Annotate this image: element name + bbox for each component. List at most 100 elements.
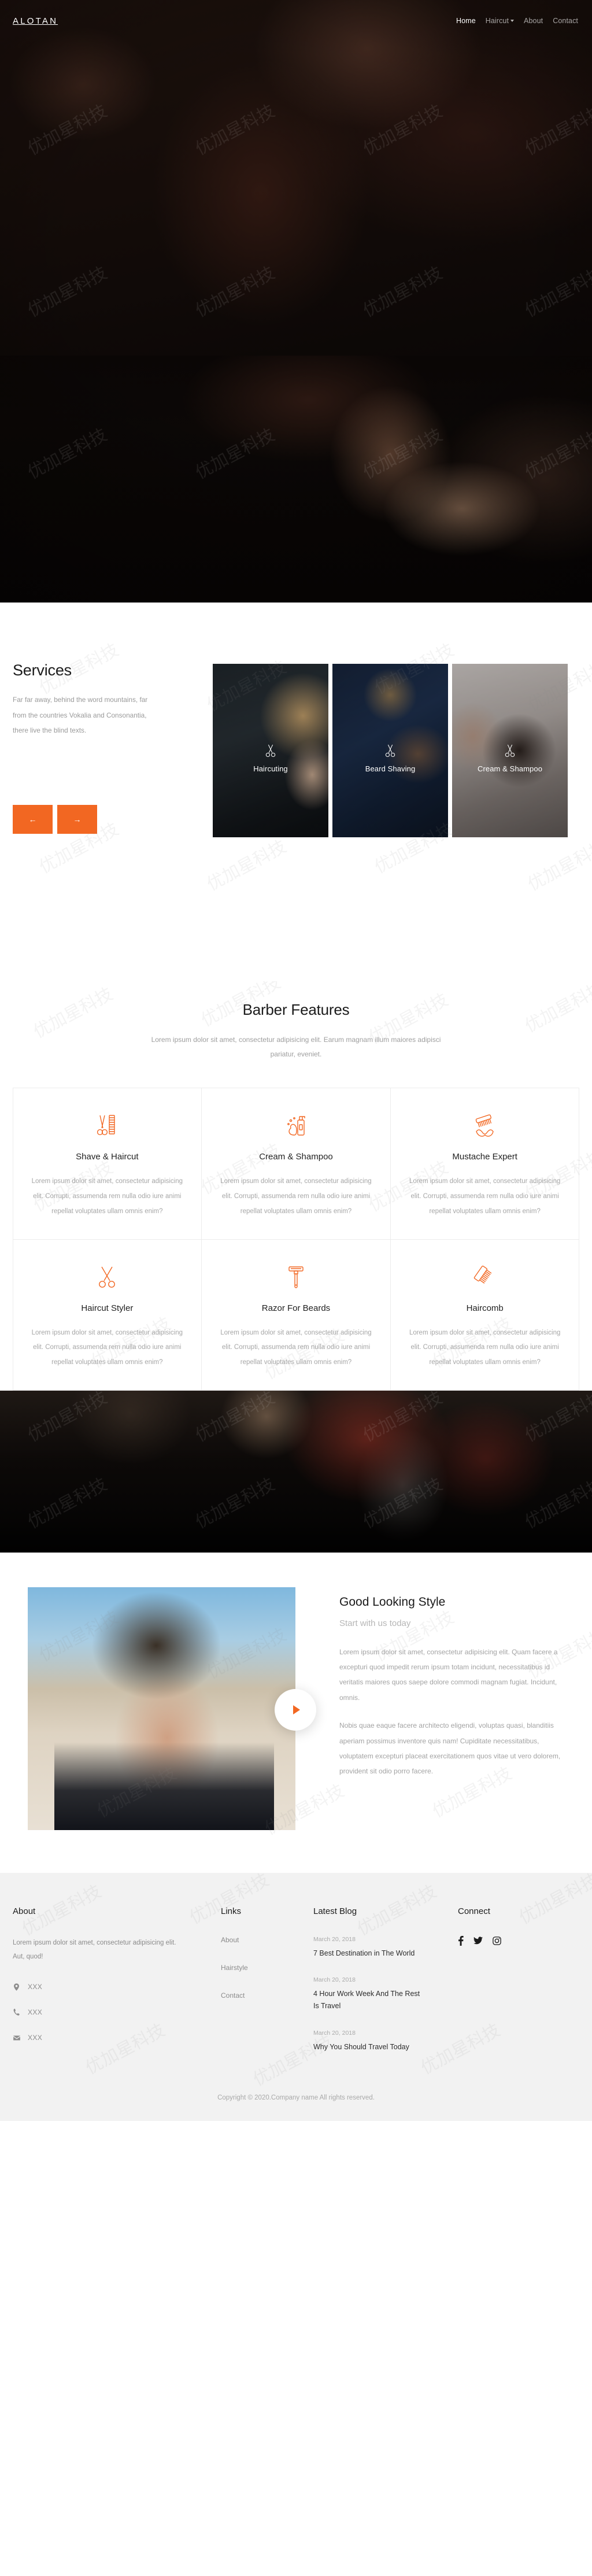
nav-item-haircut-label: Haircut	[485, 17, 509, 25]
nav-item-home[interactable]: Home	[456, 17, 476, 25]
feature-card-title: Haircut Styler	[81, 1303, 134, 1313]
good-looking-copy: Good Looking Style Start with us today L…	[339, 1587, 571, 1792]
scissors-icon	[265, 744, 276, 757]
feature-card-title: Razor For Beards	[261, 1303, 331, 1313]
feature-card-razor-for-beards[interactable]: Razor For Beards Lorem ipsum dolor sit a…	[201, 1239, 391, 1391]
footer-blog-column: Latest Blog March 20, 2018 7 Best Destin…	[313, 1906, 458, 2071]
footer-link-hairstyle[interactable]: Hairstyle	[221, 1964, 313, 1972]
features-grid: Shave & Haircut Lorem ipsum dolor sit am…	[12, 1087, 580, 1391]
shampoo-bottle-icon	[219, 1110, 373, 1143]
footer-links-column: Links About Hairstyle Contact	[221, 1906, 313, 2071]
feature-card-title: Haircomb	[466, 1303, 504, 1313]
feature-card-text: Lorem ipsum dolor sit amet, consectetur …	[31, 1329, 183, 1366]
feature-card-text: Lorem ipsum dolor sit amet, consectetur …	[31, 1177, 183, 1215]
footer-blog-item: March 20, 2018 7 Best Destination in The…	[313, 1936, 458, 1960]
footer-contact-email: XXX	[13, 2034, 221, 2042]
footer-link-about[interactable]: About	[221, 1936, 313, 1944]
services-carousel-controls: ← →	[13, 805, 97, 834]
parallax-banner-section: 优加星科技 优加星科技 优加星科技 优加星科技 优加星科技 优加星科技 优加星科…	[0, 1390, 592, 1553]
nav-item-haircut[interactable]: Haircut	[485, 17, 515, 25]
footer-blog-date: March 20, 2018	[313, 1976, 356, 1984]
service-card-haircuting[interactable]: Haircuting	[213, 664, 328, 837]
footer-contact-address: XXX	[13, 1983, 221, 1991]
haircomb-icon	[408, 1262, 562, 1294]
feature-card-text: Lorem ipsum dolor sit amet, consectetur …	[220, 1329, 372, 1366]
feature-card-mustache-expert[interactable]: Mustache Expert Lorem ipsum dolor sit am…	[390, 1087, 580, 1240]
feature-card-text: Lorem ipsum dolor sit amet, consectetur …	[409, 1177, 561, 1215]
footer-contact-value: XXX	[28, 1983, 43, 1991]
footer-contact-value: XXX	[28, 2008, 43, 2017]
features-subtitle: Lorem ipsum dolor sit amet, consectetur …	[151, 1036, 441, 1059]
razor-icon	[219, 1262, 373, 1294]
footer-blog-title[interactable]: 7 Best Destination in The World	[313, 1947, 426, 1960]
footer-blog-date: March 20, 2018	[313, 2029, 356, 2037]
service-card-label: Beard Shaving	[365, 764, 416, 773]
features-title: Barber Features	[242, 1001, 350, 1018]
service-card-cream-shampoo[interactable]: Cream & Shampoo	[452, 664, 568, 837]
good-looking-media	[28, 1587, 316, 1830]
footer-blog-title[interactable]: Why You Should Travel Today	[313, 2041, 426, 2053]
good-looking-paragraph-2: Nobis quae eaque facere architecto elige…	[339, 1721, 561, 1776]
site-footer: About Lorem ipsum dolor sit amet, consec…	[0, 1872, 592, 2122]
feature-card-title: Shave & Haircut	[76, 1151, 139, 1162]
feature-card-text: Lorem ipsum dolor sit amet, consectetur …	[220, 1177, 372, 1215]
feature-card-haircomb[interactable]: Haircomb Lorem ipsum dolor sit amet, con…	[390, 1239, 580, 1391]
good-looking-title: Good Looking Style	[339, 1595, 446, 1609]
scissors-icon	[505, 744, 515, 757]
email-icon	[13, 2035, 20, 2041]
footer-blog-item: March 20, 2018 4 Hour Work Week And The …	[313, 1976, 458, 2012]
hero-section: ALOTAN Home Haircut About Contact 优加星科技 …	[0, 0, 592, 603]
footer-blog-item: March 20, 2018 Why You Should Travel Tod…	[313, 2030, 458, 2053]
scissors-comb-icon	[31, 1110, 184, 1143]
twitter-icon[interactable]	[473, 1936, 483, 1945]
feature-card-title: Cream & Shampoo	[259, 1151, 333, 1162]
mustache-brush-icon	[408, 1110, 562, 1143]
services-title: Services	[13, 661, 72, 679]
brand-logo[interactable]: ALOTAN	[13, 16, 58, 26]
services-next-button[interactable]: →	[57, 805, 97, 834]
footer-about-heading: About	[13, 1906, 36, 1916]
service-card-beard-shaving[interactable]: Beard Shaving	[332, 664, 448, 837]
nav-item-contact[interactable]: Contact	[553, 17, 578, 25]
services-intro: Services Far far away, behind the word m…	[13, 661, 186, 738]
good-looking-image	[28, 1587, 295, 1830]
feature-card-haircut-styler[interactable]: Haircut Styler Lorem ipsum dolor sit ame…	[12, 1239, 202, 1391]
site-header: ALOTAN Home Haircut About Contact	[0, 0, 592, 42]
nav-item-about[interactable]: About	[524, 17, 543, 25]
footer-blog-heading: Latest Blog	[313, 1906, 357, 1916]
instagram-icon[interactable]	[493, 1936, 501, 1945]
play-triangle-icon	[293, 1705, 300, 1714]
primary-navigation: Home Haircut About Contact	[456, 17, 578, 25]
feature-card-title: Mustache Expert	[452, 1151, 517, 1162]
feature-card-shave-haircut[interactable]: Shave & Haircut Lorem ipsum dolor sit am…	[12, 1087, 202, 1240]
footer-connect-column: Connect	[458, 1906, 562, 2071]
footer-social-row	[458, 1935, 562, 1946]
service-card-label: Haircuting	[253, 764, 288, 773]
footer-blog-title[interactable]: 4 Hour Work Week And The Rest Is Travel	[313, 1988, 426, 2012]
services-card-list: Haircuting Beard Shaving Cream & Shampoo	[213, 664, 568, 837]
footer-copyright: Copyright © 2020.Company name All rights…	[217, 2094, 375, 2102]
feature-card-text: Lorem ipsum dolor sit amet, consectetur …	[409, 1329, 561, 1366]
footer-link-contact[interactable]: Contact	[221, 1991, 313, 2000]
facebook-icon[interactable]	[458, 1935, 464, 1946]
play-button[interactable]	[275, 1688, 316, 1731]
footer-contact-value: XXX	[28, 2034, 43, 2042]
footer-contact-phone: XXX	[13, 2008, 221, 2016]
scissors-icon	[385, 744, 395, 757]
scissors-icon	[31, 1262, 184, 1294]
service-card-label: Cream & Shampoo	[477, 764, 543, 773]
good-looking-subtitle: Start with us today	[339, 1618, 411, 1628]
good-looking-style-section: Good Looking Style Start with us today L…	[0, 1552, 592, 1873]
barber-features-section: Barber Features Lorem ipsum dolor sit am…	[0, 981, 592, 1391]
footer-blog-date: March 20, 2018	[313, 1935, 356, 1943]
feature-card-cream-shampoo[interactable]: Cream & Shampoo Lorem ipsum dolor sit am…	[201, 1087, 391, 1240]
footer-about-text: Lorem ipsum dolor sit amet, consectetur …	[13, 1939, 176, 1961]
footer-about-column: About Lorem ipsum dolor sit amet, consec…	[13, 1906, 221, 2071]
services-section: Services Far far away, behind the word m…	[0, 603, 592, 981]
services-description: Far far away, behind the word mountains,…	[13, 696, 148, 735]
phone-icon	[13, 2009, 20, 2016]
hero-background-image	[0, 0, 592, 603]
chevron-down-icon	[510, 20, 515, 22]
footer-connect-heading: Connect	[458, 1906, 490, 1916]
services-prev-button[interactable]: ←	[13, 805, 53, 834]
